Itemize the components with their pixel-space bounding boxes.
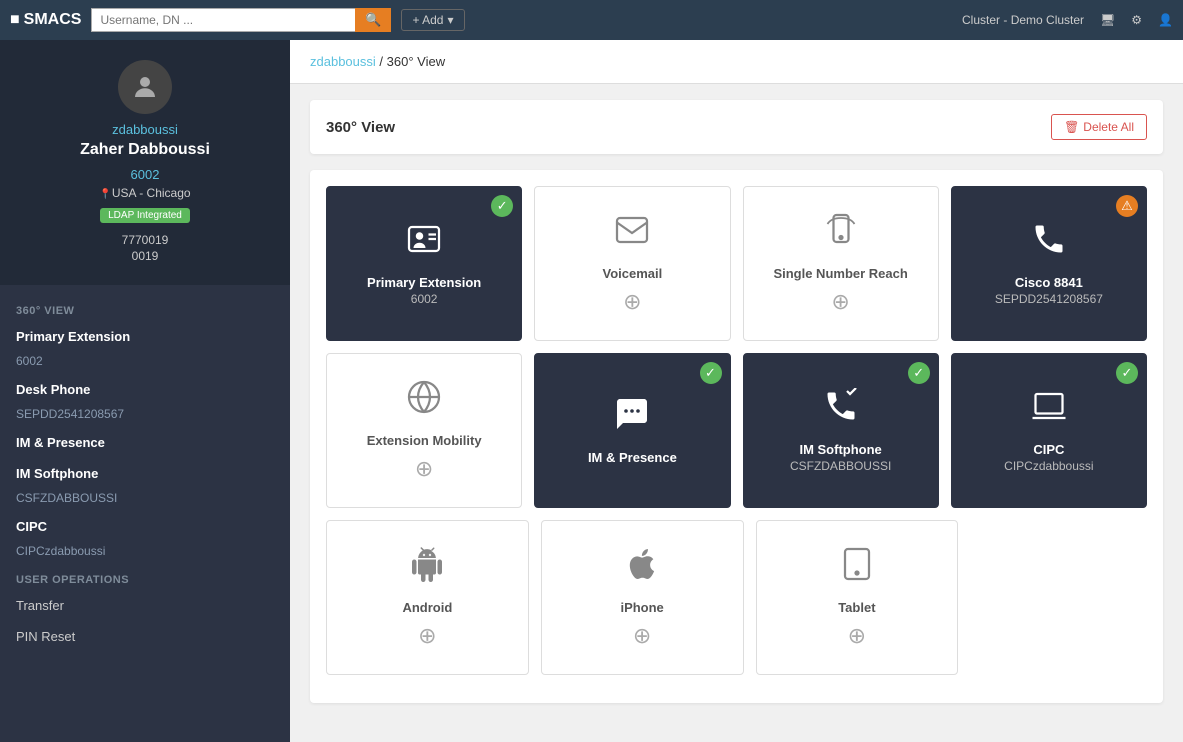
search-input[interactable] <box>91 8 355 32</box>
android-icon <box>409 546 445 590</box>
card-im-presence-label: IM & Presence <box>588 450 677 465</box>
card-snr-label: Single Number Reach <box>773 266 907 281</box>
search-button[interactable]: 🔍 <box>355 8 391 32</box>
app-logo: ■ SMACS <box>10 11 81 29</box>
topbar-icon-monitor[interactable]: 🖥 <box>1100 13 1115 27</box>
topbar-icon-user[interactable]: 👤 <box>1158 13 1173 27</box>
card-iphone-add[interactable]: ⊕ <box>633 623 651 649</box>
status-badge-primary: ✓ <box>491 195 513 217</box>
chat-icon <box>614 396 650 440</box>
sidebar-nav: 360° VIEW Primary Extension 6002 Desk Ph… <box>0 285 290 662</box>
delete-all-button[interactable]: 🗑 Delete All <box>1051 114 1147 140</box>
apple-icon <box>624 546 660 590</box>
card-android-add[interactable]: ⊕ <box>418 623 436 649</box>
card-voicemail-label: Voicemail <box>603 266 663 281</box>
content-header: 360° View 🗑 Delete All <box>310 100 1163 154</box>
card-extension-mobility-add[interactable]: ⊕ <box>415 456 433 482</box>
card-empty-slot <box>970 520 1147 675</box>
card-cipc-sublabel: CIPCzdabboussi <box>1004 459 1093 473</box>
card-im-softphone-sublabel: CSFZDABBOUSSI <box>790 459 891 473</box>
card-single-number-reach[interactable]: Single Number Reach ⊕ <box>743 186 939 341</box>
card-primary-extension[interactable]: ✓ Primary Extension 6002 <box>326 186 522 341</box>
search-bar[interactable]: 🔍 <box>91 8 391 32</box>
sidebar-number2: 0019 <box>20 249 270 263</box>
status-badge-cisco: ⚠ <box>1116 195 1138 217</box>
breadcrumb: zdabboussi / 360° View <box>290 40 1183 84</box>
mobile-ring-icon <box>823 212 859 256</box>
cards-grid: ✓ Primary Extension 6002 <box>310 170 1163 703</box>
breadcrumb-link[interactable]: zdabboussi <box>310 54 376 69</box>
main-content: zdabboussi / 360° View 360° View 🗑 Delet… <box>290 40 1183 742</box>
sidebar-fullname: Zaher Dabboussi <box>20 141 270 159</box>
card-tablet[interactable]: Tablet ⊕ <box>756 520 959 675</box>
sidebar-item-cipc-sub: CIPCzdabboussi <box>0 542 290 564</box>
card-im-softphone[interactable]: ✓ IM Softphone CSFZDABBOUSSI <box>743 353 939 508</box>
cluster-label: Cluster - Demo Cluster <box>962 13 1084 27</box>
avatar <box>118 60 172 114</box>
card-tablet-add[interactable]: ⊕ <box>848 623 866 649</box>
card-extension-mobility[interactable]: Extension Mobility ⊕ <box>326 353 522 508</box>
card-cipc-label: CIPC <box>1033 442 1064 457</box>
cards-row-3: Android ⊕ iPhone ⊕ <box>326 520 1147 675</box>
sidebar-item-im-softphone-sub: CSFZDABBOUSSI <box>0 489 290 511</box>
card-cisco-label: Cisco 8841 <box>1015 275 1083 290</box>
sidebar-location: USA - Chicago <box>20 186 270 200</box>
sidebar-ldap-badge: LDAP Integrated <box>100 208 190 223</box>
phone-check-icon <box>823 388 859 432</box>
card-primary-extension-label: Primary Extension <box>367 275 481 290</box>
card-cisco-8841[interactable]: ⚠ Cisco 8841 SEPDD2541208567 <box>951 186 1147 341</box>
sidebar-profile: zdabboussi Zaher Dabboussi 6002 USA - Ch… <box>0 40 290 285</box>
cards-row-1: ✓ Primary Extension 6002 <box>326 186 1147 341</box>
tablet-icon <box>839 546 875 590</box>
status-badge-im-softphone: ✓ <box>908 362 930 384</box>
sidebar-section-360view: 360° VIEW <box>0 295 290 321</box>
sidebar-item-pin-reset[interactable]: PIN Reset <box>0 621 290 652</box>
sidebar: zdabboussi Zaher Dabboussi 6002 USA - Ch… <box>0 40 290 742</box>
card-voicemail-add[interactable]: ⊕ <box>623 289 641 315</box>
card-tablet-label: Tablet <box>838 600 875 615</box>
breadcrumb-current: 360° View <box>387 54 445 69</box>
card-android-label: Android <box>402 600 452 615</box>
add-button[interactable]: + Add ▾ <box>401 9 464 31</box>
card-cisco-sublabel: SEPDD2541208567 <box>995 292 1103 306</box>
card-android[interactable]: Android ⊕ <box>326 520 529 675</box>
card-iphone-label: iPhone <box>620 600 663 615</box>
card-iphone[interactable]: iPhone ⊕ <box>541 520 744 675</box>
card-im-softphone-label: IM Softphone <box>799 442 881 457</box>
card-voicemail[interactable]: Voicemail ⊕ <box>534 186 730 341</box>
card-primary-extension-sublabel: 6002 <box>411 292 438 306</box>
sidebar-section-user-ops: USER OPERATIONS <box>0 564 290 590</box>
topbar-right: Cluster - Demo Cluster 🖥 ⚙ 👤 <box>962 13 1173 27</box>
laptop-icon <box>1031 388 1067 432</box>
sidebar-item-primary-extension-sub: 6002 <box>0 352 290 374</box>
envelope-icon <box>614 212 650 256</box>
sidebar-item-desk-phone[interactable]: Desk Phone <box>0 374 290 405</box>
sidebar-item-primary-extension[interactable]: Primary Extension <box>0 321 290 352</box>
status-badge-cipc: ✓ <box>1116 362 1138 384</box>
page-title: 360° View <box>326 119 395 136</box>
sidebar-item-im-presence[interactable]: IM & Presence <box>0 427 290 458</box>
sidebar-number1: 7770019 <box>20 233 270 247</box>
topbar: ■ SMACS 🔍 + Add ▾ Cluster - Demo Cluster… <box>0 0 1183 40</box>
trash-icon: 🗑 <box>1064 120 1079 134</box>
globe-icon <box>406 379 442 423</box>
cards-row-2: Extension Mobility ⊕ ✓ <box>326 353 1147 508</box>
sidebar-item-transfer[interactable]: Transfer <box>0 590 290 621</box>
card-im-presence[interactable]: ✓ IM & Presence <box>534 353 730 508</box>
sidebar-numbers: 7770019 0019 <box>20 233 270 263</box>
topbar-icon-gear[interactable]: ⚙ <box>1131 13 1142 27</box>
sidebar-username: zdabboussi <box>20 122 270 137</box>
sidebar-extension: 6002 <box>20 167 270 182</box>
status-badge-im-presence: ✓ <box>700 362 722 384</box>
sidebar-item-im-softphone[interactable]: IM Softphone <box>0 458 290 489</box>
person-card-icon <box>406 221 442 265</box>
content-area: 360° View 🗑 Delete All ✓ <box>290 84 1183 719</box>
card-extension-mobility-label: Extension Mobility <box>367 433 482 448</box>
sidebar-item-desk-phone-sub: SEPDD2541208567 <box>0 405 290 427</box>
card-snr-add[interactable]: ⊕ <box>831 289 849 315</box>
sidebar-item-cipc[interactable]: CIPC <box>0 511 290 542</box>
phone-icon <box>1031 221 1067 265</box>
card-cipc[interactable]: ✓ CIPC CIPCzdabboussi <box>951 353 1147 508</box>
breadcrumb-separator: / <box>379 54 386 69</box>
